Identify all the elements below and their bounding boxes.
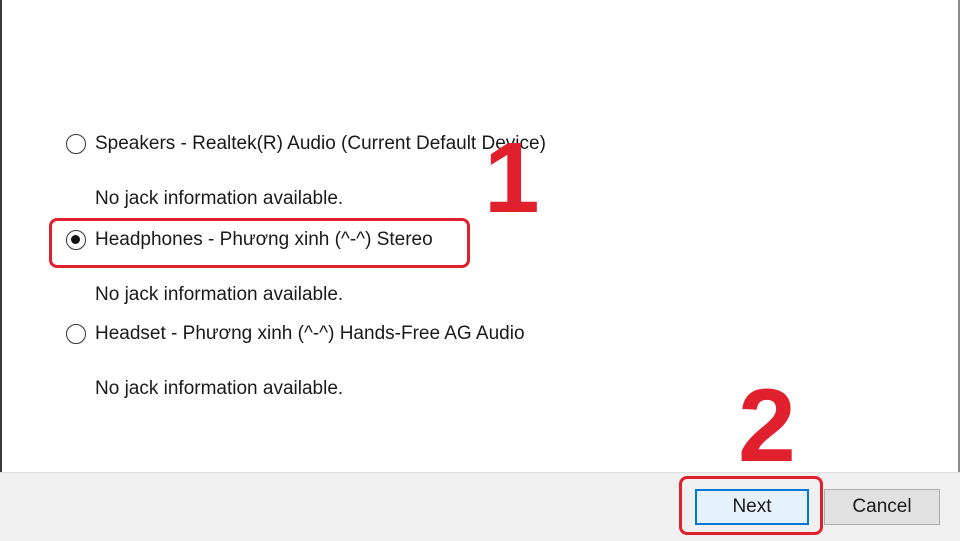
step-number-1: 1 <box>484 122 540 234</box>
cancel-button[interactable]: Cancel <box>824 489 940 525</box>
highlight-box-headphones <box>49 218 470 268</box>
radio-button-speakers[interactable] <box>66 134 86 154</box>
radio-button-headset[interactable] <box>66 324 86 344</box>
option-label-speakers: Speakers - Realtek(R) Audio (Current Def… <box>95 133 546 154</box>
radio-option-headset[interactable]: Headset - Phương xinh (^-^) Hands-Free A… <box>66 320 525 348</box>
option-label-headset: Headset - Phương xinh (^-^) Hands-Free A… <box>95 323 525 344</box>
step-number-2: 2 <box>738 368 796 484</box>
jack-info-headphones: No jack information available. <box>95 284 344 305</box>
window-border-left <box>0 0 2 540</box>
jack-info-headset: No jack information available. <box>95 378 344 399</box>
jack-info-speakers: No jack information available. <box>95 188 344 209</box>
radio-option-speakers[interactable]: Speakers - Realtek(R) Audio (Current Def… <box>66 130 546 158</box>
highlight-box-next <box>679 476 823 535</box>
